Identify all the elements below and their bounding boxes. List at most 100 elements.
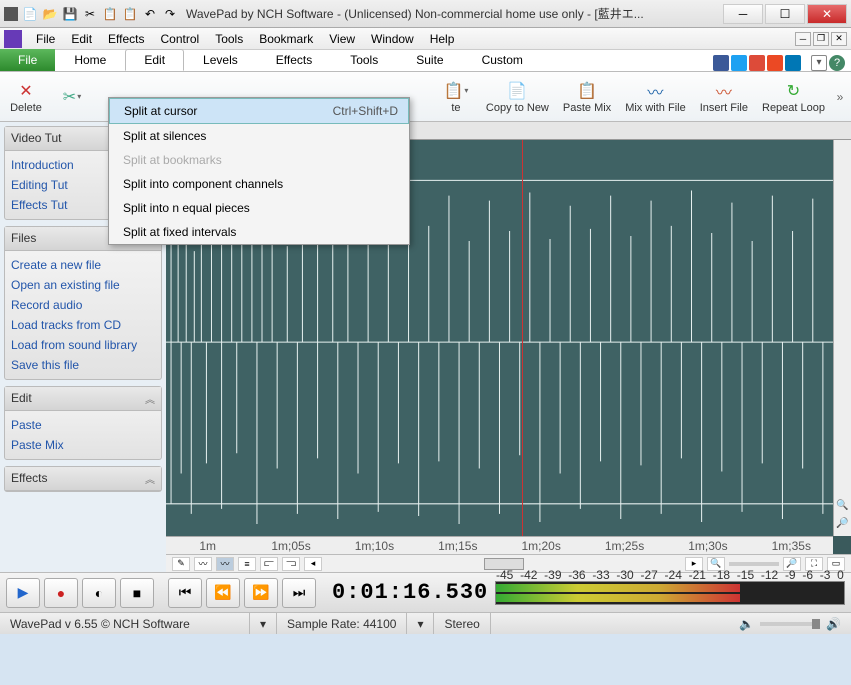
tool-wave-icon[interactable]: 〰: [194, 557, 212, 571]
time-tick: 1m;25s: [583, 539, 666, 553]
qat-open-icon[interactable]: 📂: [42, 6, 58, 22]
tab-custom[interactable]: Custom: [463, 49, 542, 71]
zoom-slider[interactable]: [729, 562, 779, 566]
link-load-tracks-cd[interactable]: Load tracks from CD: [11, 315, 155, 335]
time-tick: 1m;35s: [750, 539, 833, 553]
app-menu-icon[interactable]: [4, 30, 22, 48]
menu-effects[interactable]: Effects: [100, 30, 152, 48]
repeat-loop-button[interactable]: ↻Repeat Loop: [756, 78, 831, 116]
mix-with-file-button[interactable]: 〰Mix with File: [619, 78, 692, 116]
facebook-icon[interactable]: [713, 55, 729, 71]
speaker-icon[interactable]: 🔊: [826, 617, 841, 631]
tool-left-icon[interactable]: ⫍: [260, 557, 278, 571]
zoom-out-vert-icon[interactable]: 🔎: [836, 518, 850, 532]
collapse-icon[interactable]: ︽: [145, 391, 155, 406]
tab-home[interactable]: Home: [55, 49, 125, 71]
tab-file[interactable]: File: [0, 49, 55, 71]
mdi-restore-button[interactable]: ❐: [813, 32, 829, 46]
menu-window[interactable]: Window: [363, 30, 422, 48]
app-icon: [4, 7, 18, 21]
minimize-button[interactable]: ─: [723, 4, 763, 24]
tab-suite[interactable]: Suite: [397, 49, 462, 71]
timeline-ruler[interactable]: 1m 1m;05s 1m;10s 1m;15s 1m;20s 1m;25s 1m…: [166, 536, 833, 554]
qat-new-icon[interactable]: 📄: [22, 6, 38, 22]
tool-right-icon[interactable]: ⫎: [282, 557, 300, 571]
skip-start-button[interactable]: ⏮: [168, 578, 202, 608]
menu-split-at-silences[interactable]: Split at silences: [109, 124, 409, 148]
qat-undo-icon[interactable]: ↶: [142, 6, 158, 22]
linkedin-icon[interactable]: [785, 55, 801, 71]
menu-bookmark[interactable]: Bookmark: [251, 30, 321, 48]
ribbon-overflow-icon[interactable]: »: [833, 90, 847, 104]
tab-edit[interactable]: Edit: [125, 49, 184, 71]
maximize-button[interactable]: ☐: [765, 4, 805, 24]
forward-button[interactable]: ⏩: [244, 578, 278, 608]
link-paste-mix[interactable]: Paste Mix: [11, 435, 155, 455]
collapse-icon[interactable]: ︽: [145, 471, 155, 486]
tool-wave2-icon[interactable]: 〰: [216, 557, 234, 571]
scrub-button[interactable]: ◐: [82, 578, 116, 608]
tab-levels[interactable]: Levels: [184, 49, 257, 71]
gplus-icon[interactable]: [749, 55, 765, 71]
delete-button[interactable]: ✕Delete: [4, 78, 48, 116]
qat-paste-icon[interactable]: 📋: [122, 6, 138, 22]
tab-effects[interactable]: Effects: [257, 49, 331, 71]
speaker-mute-icon[interactable]: 🔈: [739, 617, 754, 631]
skip-end-button[interactable]: ⏭: [282, 578, 316, 608]
mdi-minimize-button[interactable]: ─: [795, 32, 811, 46]
menu-split-fixed-intervals[interactable]: Split at fixed intervals: [109, 220, 409, 244]
zoom-in-vert-icon[interactable]: 🔍: [836, 500, 850, 514]
menu-file[interactable]: File: [28, 30, 63, 48]
record-button[interactable]: ●: [44, 578, 78, 608]
link-open-existing-file[interactable]: Open an existing file: [11, 275, 155, 295]
volume-slider[interactable]: [760, 622, 820, 626]
insert-file-button[interactable]: 〰Insert File: [694, 78, 754, 116]
link-paste[interactable]: Paste: [11, 415, 155, 435]
paste-mix-button[interactable]: 📋Paste Mix: [557, 78, 617, 116]
time-tick: 1m: [166, 539, 249, 553]
menu-edit[interactable]: Edit: [63, 30, 100, 48]
link-record-audio[interactable]: Record audio: [11, 295, 155, 315]
menu-split-component-channels[interactable]: Split into component channels: [109, 172, 409, 196]
split-dropdown-button[interactable]: ✂: [50, 84, 94, 110]
statusbar: WavePad v 6.55 © NCH Software ▾ Sample R…: [0, 612, 851, 634]
help-icon[interactable]: ?: [829, 55, 845, 71]
playback-cursor[interactable]: [522, 140, 523, 536]
mdi-close-button[interactable]: ✕: [831, 32, 847, 46]
stop-button[interactable]: ■: [120, 578, 154, 608]
link-load-sound-library[interactable]: Load from sound library: [11, 335, 155, 355]
menu-help[interactable]: Help: [422, 30, 463, 48]
tab-tools[interactable]: Tools: [331, 49, 397, 71]
status-samplerate: Sample Rate: 44100: [277, 613, 407, 634]
stumble-icon[interactable]: [767, 55, 783, 71]
close-button[interactable]: ✕: [807, 4, 847, 24]
scroll-left-icon[interactable]: ◂: [304, 557, 322, 571]
tool-spectrum-icon[interactable]: ≡: [238, 557, 256, 571]
rewind-button[interactable]: ⏪: [206, 578, 240, 608]
qat-cut-icon[interactable]: ✂: [82, 6, 98, 22]
copy-to-new-button[interactable]: 📄Copy to New: [480, 78, 555, 116]
qat-copy-icon[interactable]: 📋: [102, 6, 118, 22]
dropdown-icon[interactable]: ▾: [811, 55, 827, 71]
link-create-new-file[interactable]: Create a new file: [11, 255, 155, 275]
paste-dropdown-button[interactable]: 📋te: [434, 78, 478, 116]
status-dropdown-icon[interactable]: ▾: [250, 613, 277, 634]
qat-redo-icon[interactable]: ↷: [162, 6, 178, 22]
twitter-icon[interactable]: [731, 55, 747, 71]
panel-title: Edit: [11, 391, 32, 406]
link-save-this-file[interactable]: Save this file: [11, 355, 155, 375]
menu-tools[interactable]: Tools: [207, 30, 251, 48]
menu-split-n-equal[interactable]: Split into n equal pieces: [109, 196, 409, 220]
status-dropdown-icon[interactable]: ▾: [407, 613, 434, 634]
qat-save-icon[interactable]: 💾: [62, 6, 78, 22]
tool-pencil-icon[interactable]: ✎: [172, 557, 190, 571]
play-button[interactable]: ▶: [6, 578, 40, 608]
panel-title: Files: [11, 231, 36, 246]
menu-control[interactable]: Control: [153, 30, 208, 48]
time-tick: 1m;10s: [333, 539, 416, 553]
menu-split-at-cursor[interactable]: Split at cursorCtrl+Shift+D: [109, 98, 409, 124]
menu-view[interactable]: View: [321, 30, 363, 48]
menu-item-label: Split at silences: [123, 129, 206, 143]
titlebar: 📄 📂 💾 ✂ 📋 📋 ↶ ↷ WavePad by NCH Software …: [0, 0, 851, 28]
menubar: File Edit Effects Control Tools Bookmark…: [0, 28, 851, 50]
